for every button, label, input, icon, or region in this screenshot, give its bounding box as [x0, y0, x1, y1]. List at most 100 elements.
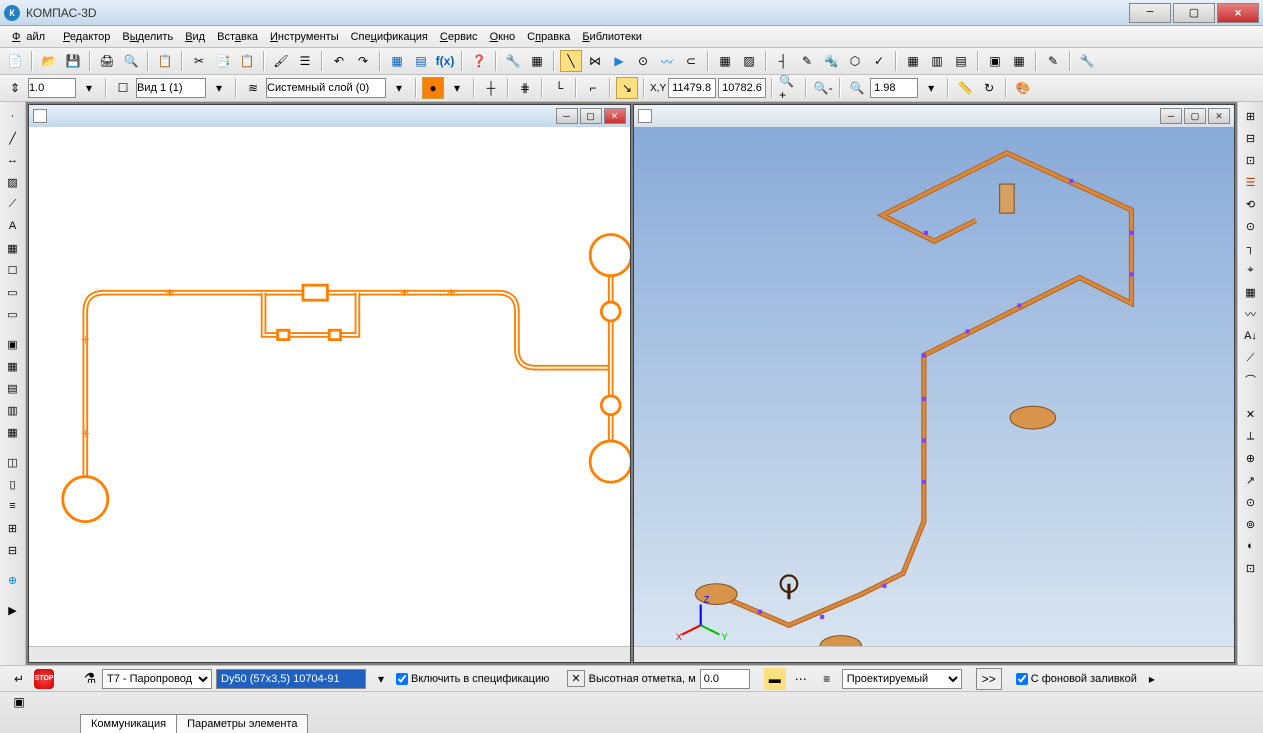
snap-button[interactable]: ⌐	[582, 77, 604, 99]
panel-scroll[interactable]: ▸	[1141, 668, 1163, 690]
zoom-out-button[interactable]: 🔍-	[812, 77, 834, 99]
rt6[interactable]: ⊙	[1241, 216, 1261, 236]
scale-dropdown[interactable]: ▾	[78, 77, 100, 99]
color-dropdown[interactable]: ▾	[446, 77, 468, 99]
rt12[interactable]: ⟋	[1241, 348, 1261, 368]
tool-b4[interactable]: ⊙	[632, 50, 654, 72]
format-painter[interactable]: 🖌	[270, 50, 292, 72]
aux-tool[interactable]: ⟋	[3, 194, 23, 214]
interrupt-button[interactable]: ↵	[8, 668, 30, 690]
save-button[interactable]: 💾	[62, 50, 84, 72]
rt9[interactable]: ▦	[1241, 282, 1261, 302]
tool-d1[interactable]: ┤	[772, 50, 794, 72]
rt4[interactable]: ☰	[1241, 172, 1261, 192]
lt12[interactable]: ⊟	[3, 540, 23, 560]
tool-f1[interactable]: ▣	[984, 50, 1006, 72]
lt3[interactable]: ▣	[3, 334, 23, 354]
rt15[interactable]: ⟂	[1241, 426, 1261, 446]
tool-a1[interactable]: 🔧	[502, 50, 524, 72]
rt5[interactable]: ⟲	[1241, 194, 1261, 214]
menu-file[interactable]: Файл	[6, 29, 57, 45]
tool-f2[interactable]: ▦	[1008, 50, 1030, 72]
view-dropdown[interactable]: ▾	[208, 77, 230, 99]
scale-icon[interactable]: ⇕	[4, 77, 26, 99]
lt7[interactable]: ▦	[3, 422, 23, 442]
segment-tool[interactable]: ╱	[3, 128, 23, 148]
tool-b2[interactable]: ⋈	[584, 50, 606, 72]
pipe-size-dropdown[interactable]: ▾	[370, 668, 392, 690]
undo-button[interactable]: ↶	[328, 50, 350, 72]
rt14[interactable]: ✕	[1241, 404, 1261, 424]
menu-service[interactable]: Сервис	[434, 29, 484, 45]
rt3[interactable]: ⊡	[1241, 150, 1261, 170]
close-button[interactable]: ✕	[1217, 3, 1259, 23]
dim-tool[interactable]: ↔	[3, 150, 23, 170]
menu-tools[interactable]: Инструменты	[264, 29, 345, 45]
tab-element-params[interactable]: Параметры элемента	[176, 714, 308, 733]
doc3-minimize[interactable]: ─	[1160, 108, 1182, 124]
lt14[interactable]: ▶	[3, 600, 23, 620]
doc-3d-titlebar[interactable]: ─ ▢ ✕	[634, 105, 1235, 127]
tool-d3[interactable]: 🔩	[820, 50, 842, 72]
rt1[interactable]: ⊞	[1241, 106, 1261, 126]
more-button[interactable]: >>	[976, 668, 1002, 690]
doc-2d-titlebar[interactable]: ─ ▢ ✕	[29, 105, 630, 127]
menu-edit[interactable]: Редактор	[57, 29, 116, 45]
pipe-size-combo[interactable]: Dy50 (57x3,5) 10704-91	[216, 669, 366, 689]
fx-button[interactable]: f(x)	[434, 50, 456, 72]
rt18[interactable]: ⊙	[1241, 492, 1261, 512]
canvas-2d[interactable]	[29, 127, 630, 646]
zoom-dropdown[interactable]: ▾	[920, 77, 942, 99]
menu-select[interactable]: Выделить	[116, 29, 179, 45]
lt5[interactable]: ▤	[3, 378, 23, 398]
layer-combo[interactable]	[266, 78, 386, 98]
settings-button[interactable]: 🔧	[1076, 50, 1098, 72]
tool-a2[interactable]: ▦	[526, 50, 548, 72]
lt6[interactable]: ▥	[3, 400, 23, 420]
render-button[interactable]: 🎨	[1012, 77, 1034, 99]
style2[interactable]: ⋯	[790, 668, 812, 690]
cut-button[interactable]: ✂	[188, 50, 210, 72]
menu-view[interactable]: Вид	[179, 29, 211, 45]
menu-insert[interactable]: Вставка	[211, 29, 264, 45]
lt11[interactable]: ⊞	[3, 518, 23, 538]
rt16[interactable]: ⊕	[1241, 448, 1261, 468]
rt7[interactable]: ┐	[1241, 238, 1261, 258]
tool-d4[interactable]: ⬡	[844, 50, 866, 72]
include-spec-checkbox[interactable]: Включить в спецификацию	[396, 673, 549, 685]
print-button[interactable]: 🖨	[96, 50, 118, 72]
tool-e3[interactable]: ▤	[950, 50, 972, 72]
style1[interactable]: ▬	[764, 668, 786, 690]
tab-communication[interactable]: Коммуникация	[80, 714, 177, 733]
scrollbar-h-2d[interactable]	[29, 646, 630, 662]
menu-help[interactable]: Справка	[521, 29, 576, 45]
play-button[interactable]: ▶	[608, 50, 630, 72]
view-icon[interactable]: ☐	[112, 77, 134, 99]
lib-button[interactable]: ▦	[386, 50, 408, 72]
line-tool[interactable]: ╲	[560, 50, 582, 72]
rt13[interactable]: ⌒	[1241, 370, 1261, 390]
zoom-fit-button[interactable]: 🔍	[846, 77, 868, 99]
vars-button[interactable]: ▤	[410, 50, 432, 72]
elevation-input[interactable]	[700, 669, 750, 689]
color-button[interactable]: ●	[422, 77, 444, 99]
tool-e1[interactable]: ▦	[902, 50, 924, 72]
coord-y[interactable]	[718, 78, 766, 98]
grid-button[interactable]: ⋕	[514, 77, 536, 99]
doc-close[interactable]: ✕	[604, 108, 626, 124]
point-tool[interactable]: ·	[3, 106, 23, 126]
rt21[interactable]: ⊡	[1241, 558, 1261, 578]
menu-spec[interactable]: Спецификация	[345, 29, 434, 45]
maximize-button[interactable]: ▢	[1173, 3, 1215, 23]
status-combo[interactable]: Проектируемый	[842, 669, 962, 689]
scale-combo[interactable]	[28, 78, 76, 98]
minimize-button[interactable]: ─	[1129, 3, 1171, 23]
copy-button[interactable]: 📑	[212, 50, 234, 72]
zoom-in-button[interactable]: 🔍+	[778, 77, 800, 99]
lt2[interactable]: ▭	[3, 304, 23, 324]
tool-d5[interactable]: ✓	[868, 50, 890, 72]
lt4[interactable]: ▦	[3, 356, 23, 376]
layer-dropdown[interactable]: ▾	[388, 77, 410, 99]
tool-d2[interactable]: ✎	[796, 50, 818, 72]
lt1[interactable]: ▭	[3, 282, 23, 302]
